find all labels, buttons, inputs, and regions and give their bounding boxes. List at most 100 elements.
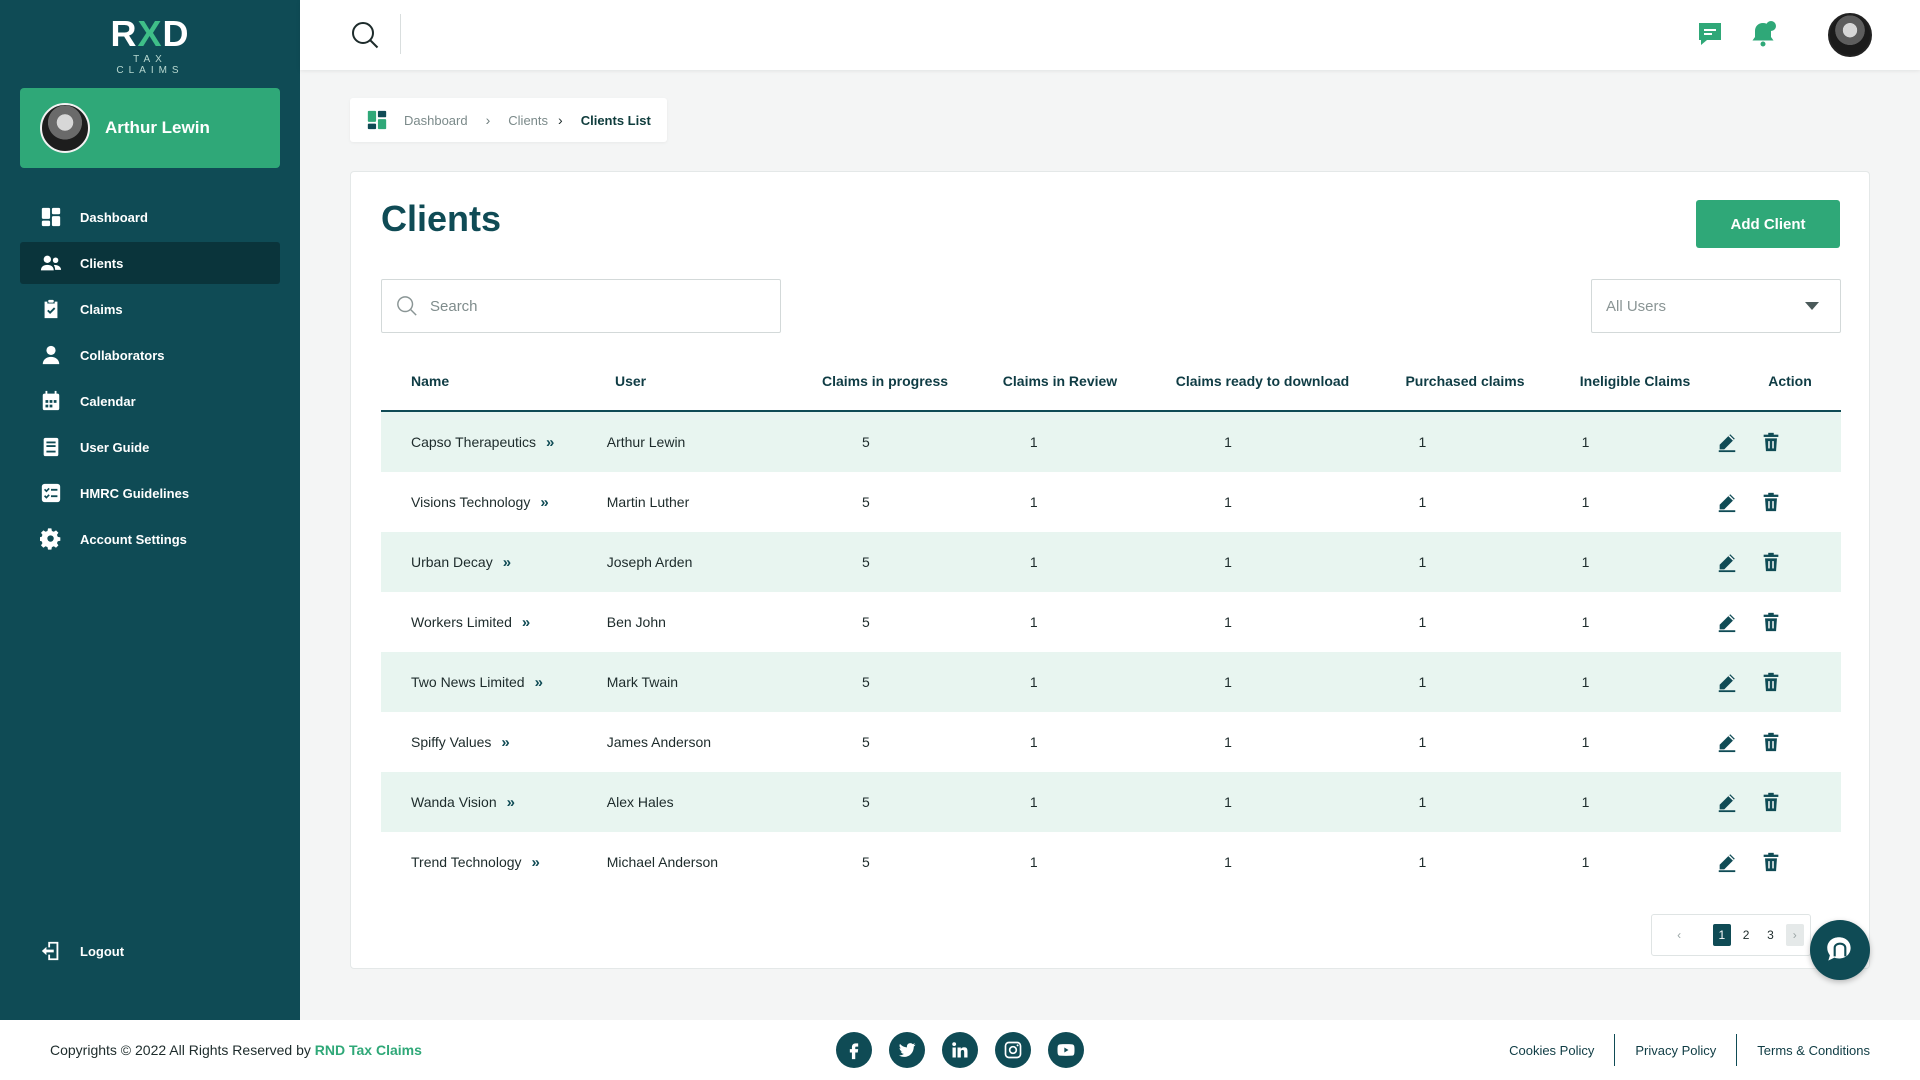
sidebar-item-account-settings[interactable]: Account Settings xyxy=(20,518,280,560)
trash-icon[interactable] xyxy=(1760,671,1782,693)
instagram-icon xyxy=(1004,1041,1022,1059)
column-header-claims-in-progress[interactable]: Claims in progress xyxy=(775,373,995,389)
sidebar-item-claims[interactable]: Claims xyxy=(20,288,280,330)
client-name-cell[interactable]: Two News Limited » xyxy=(381,674,607,691)
pagination-page-3[interactable]: 3 xyxy=(1761,924,1779,946)
edit-icon[interactable] xyxy=(1716,791,1738,813)
chat-support-button[interactable] xyxy=(1810,920,1870,980)
breadcrumb-item-clients[interactable]: Clients xyxy=(508,113,548,128)
column-header-user[interactable]: User xyxy=(615,373,775,389)
trash-icon[interactable] xyxy=(1760,551,1782,573)
breadcrumb: Dashboard › Clients › Clients List xyxy=(350,98,667,142)
edit-icon[interactable] xyxy=(1716,671,1738,693)
chat-message-icon[interactable] xyxy=(1696,20,1724,48)
pagination-prev[interactable]: ‹ xyxy=(1670,924,1688,946)
trash-icon[interactable] xyxy=(1760,851,1782,873)
table-body: Capso Therapeutics» Arthur Lewin 5 1 1 1 1 Visi… xyxy=(381,412,1841,892)
profile-card[interactable]: Arthur Lewin xyxy=(20,88,280,168)
breadcrumb-item-dashboard[interactable]: Dashboard xyxy=(404,113,468,128)
claims-ready-cell: 1 xyxy=(1224,434,1232,450)
search-icon xyxy=(397,296,417,316)
notification-dot xyxy=(1766,21,1776,31)
edit-icon[interactable] xyxy=(1716,491,1738,513)
column-header-claims-ready[interactable]: Claims ready to download xyxy=(1125,373,1400,389)
pagination-page-2[interactable]: 2 xyxy=(1737,924,1755,946)
sidebar-nav: Dashboard Clients Claims Collaborators C… xyxy=(20,196,280,564)
search-input[interactable] xyxy=(430,297,750,315)
sidebar-item-calendar[interactable]: Calendar xyxy=(20,380,280,422)
double-chevron-right-icon[interactable]: » xyxy=(546,434,554,451)
claims-ready-cell: 1 xyxy=(1224,554,1232,570)
edit-icon[interactable] xyxy=(1716,431,1738,453)
logo[interactable]: RXD TAX CLAIMS xyxy=(100,16,200,77)
claims-in-progress-cell: 5 xyxy=(861,854,870,870)
edit-icon[interactable] xyxy=(1716,851,1738,873)
linkedin-link[interactable] xyxy=(942,1032,978,1068)
edit-icon[interactable] xyxy=(1716,731,1738,753)
column-header-name[interactable]: Name xyxy=(381,373,615,389)
column-header-ineligible-claims[interactable]: Ineligible Claims xyxy=(1530,373,1740,389)
claims-in-review-cell: 1 xyxy=(1029,494,1038,510)
cookies-policy-link[interactable]: Cookies Policy xyxy=(1509,1043,1594,1058)
user-avatar[interactable] xyxy=(1828,13,1872,57)
youtube-link[interactable] xyxy=(1048,1032,1084,1068)
double-chevron-right-icon[interactable]: » xyxy=(503,554,511,571)
client-name[interactable]: Workers Limited xyxy=(411,614,512,630)
double-chevron-right-icon[interactable]: » xyxy=(540,494,548,511)
user-filter-select[interactable]: All Users xyxy=(1591,279,1841,333)
table-row: Wanda Vision » Alex Hales 5 1 1 1 1 xyxy=(381,772,1841,832)
client-name[interactable]: Urban Decay xyxy=(411,554,493,570)
client-name-cell[interactable]: Trend Technology » xyxy=(381,854,607,871)
pagination-page-1[interactable]: 1 xyxy=(1712,924,1731,946)
claims-in-progress-cell: 5 xyxy=(861,674,870,690)
trash-icon[interactable] xyxy=(1760,431,1782,453)
trash-icon[interactable] xyxy=(1760,731,1782,753)
client-name[interactable]: Spiffy Values xyxy=(411,734,491,750)
add-client-button[interactable]: Add Client xyxy=(1696,200,1840,248)
client-name[interactable]: Wanda Vision xyxy=(411,794,497,810)
trash-icon[interactable] xyxy=(1760,491,1782,513)
sidebar-item-dashboard[interactable]: Dashboard xyxy=(20,196,280,238)
pagination-next[interactable]: › xyxy=(1785,924,1804,946)
sidebar-item-collaborators[interactable]: Collaborators xyxy=(20,334,280,376)
double-chevron-right-icon[interactable]: » xyxy=(507,794,515,811)
double-chevron-right-icon[interactable]: » xyxy=(535,674,543,691)
client-name-cell[interactable]: Wanda Vision » xyxy=(381,794,607,811)
twitter-link[interactable] xyxy=(889,1032,925,1068)
trash-icon[interactable] xyxy=(1760,611,1782,633)
client-name-cell[interactable]: Workers Limited » xyxy=(381,614,607,631)
double-chevron-right-icon[interactable]: » xyxy=(522,614,530,631)
table-row: Spiffy Values » James Anderson 5 1 1 1 1 xyxy=(381,712,1841,772)
sidebar: RXD TAX CLAIMS Arthur Lewin Dashboard Cl… xyxy=(0,0,300,1020)
sidebar-item-hmrc-guidelines[interactable]: HMRC Guidelines xyxy=(20,472,280,514)
double-chevron-right-icon[interactable]: » xyxy=(532,854,540,871)
sidebar-item-user-guide[interactable]: User Guide xyxy=(20,426,280,468)
logout-button[interactable]: Logout xyxy=(20,930,280,972)
trash-icon[interactable] xyxy=(1760,791,1782,813)
edit-icon[interactable] xyxy=(1716,551,1738,573)
double-chevron-right-icon[interactable]: » xyxy=(501,734,509,751)
search-icon[interactable] xyxy=(350,20,380,50)
client-name-cell[interactable]: Capso Therapeutics » xyxy=(381,434,607,451)
table-row: Workers Limited » Ben John 5 1 1 1 1 xyxy=(381,592,1841,652)
facebook-link[interactable] xyxy=(836,1032,872,1068)
edit-icon[interactable] xyxy=(1716,611,1738,633)
client-name[interactable]: Visions Technology xyxy=(411,494,530,510)
column-header-claims-in-review[interactable]: Claims in Review xyxy=(995,373,1125,389)
client-name[interactable]: Two News Limited xyxy=(411,674,525,690)
company-link[interactable]: RND Tax Claims xyxy=(315,1042,422,1058)
privacy-policy-link[interactable]: Privacy Policy xyxy=(1635,1043,1716,1058)
client-name-cell[interactable]: Spiffy Values » xyxy=(381,734,607,751)
client-name[interactable]: Capso Therapeutics xyxy=(411,434,536,450)
client-name-cell[interactable]: Visions Technology » xyxy=(381,494,607,511)
chevron-right-icon: › xyxy=(485,112,491,128)
claims-in-review-cell: 1 xyxy=(1029,614,1038,630)
logout-icon xyxy=(41,941,59,961)
sidebar-item-clients[interactable]: Clients xyxy=(20,242,280,284)
column-header-purchased-claims[interactable]: Purchased claims xyxy=(1400,373,1530,389)
client-name[interactable]: Trend Technology xyxy=(411,854,522,870)
client-name-cell[interactable]: Urban Decay » xyxy=(381,554,607,571)
terms-conditions-link[interactable]: Terms & Conditions xyxy=(1757,1043,1870,1058)
search-box[interactable] xyxy=(381,279,781,333)
instagram-link[interactable] xyxy=(995,1032,1031,1068)
